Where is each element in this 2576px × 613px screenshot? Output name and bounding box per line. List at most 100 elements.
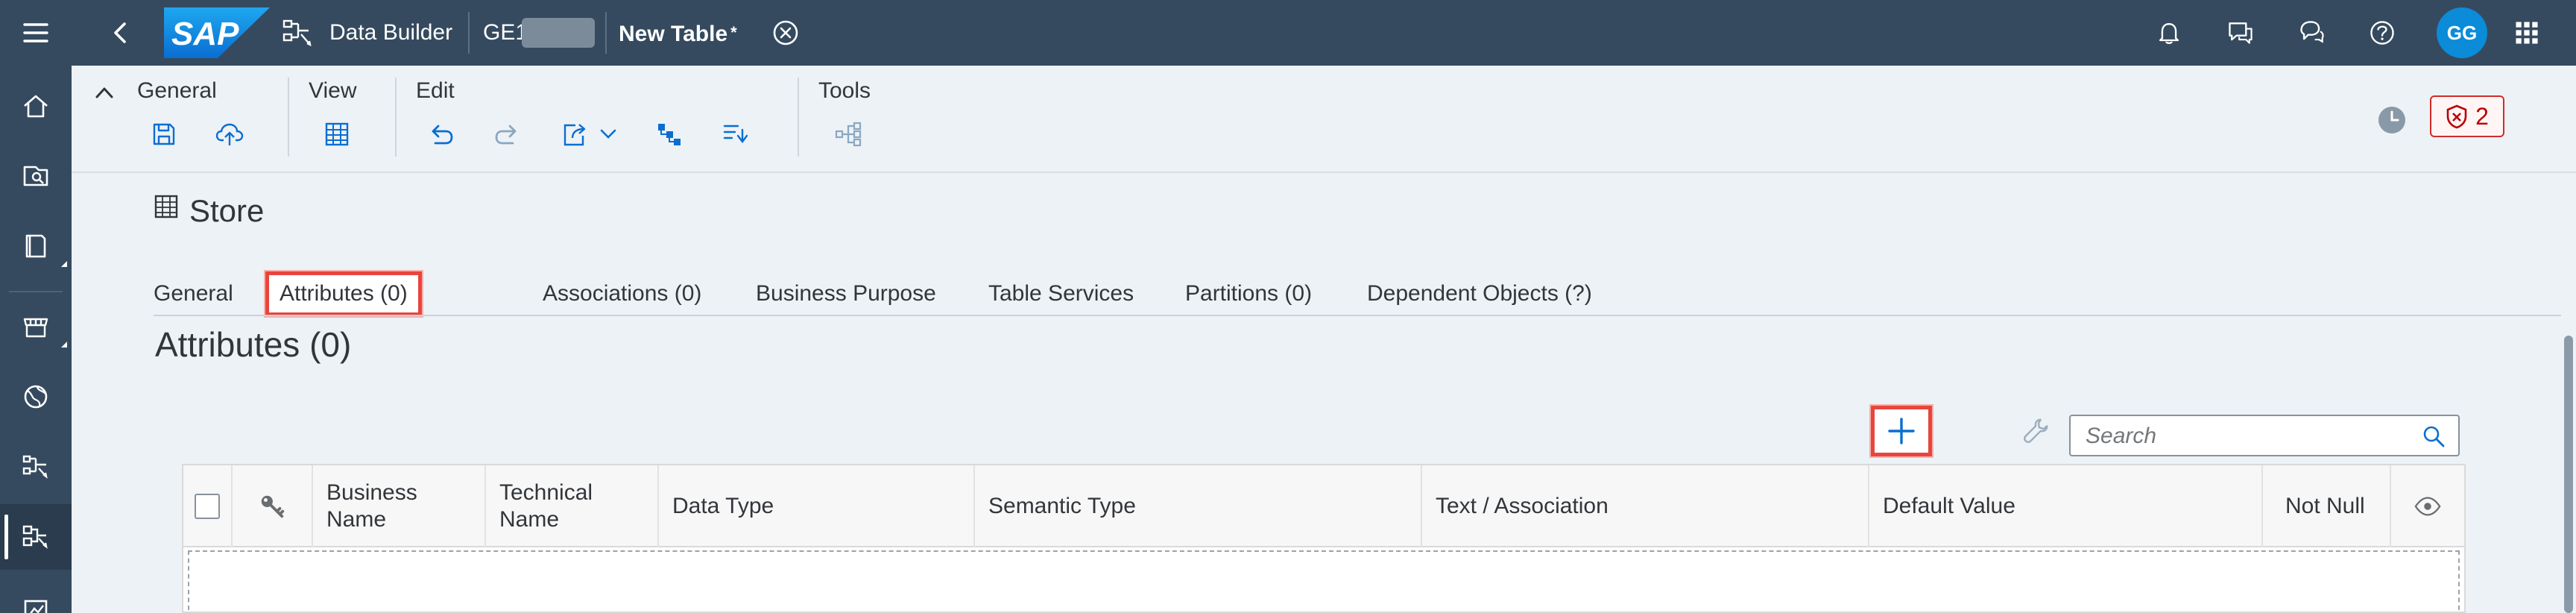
column-not-null[interactable]: Not Null [2263, 465, 2391, 547]
column-business-name[interactable]: Business Name [313, 465, 486, 547]
search-icon[interactable] [2421, 424, 2446, 449]
cloud-upload-icon [215, 123, 244, 145]
chevron-left-icon [114, 22, 126, 43]
back-button[interactable] [104, 16, 137, 49]
nav-catalog[interactable] [0, 213, 72, 279]
data-builder-active-icon [22, 525, 48, 549]
column-visibility-header [2391, 465, 2464, 547]
section-title: Attributes (0) [155, 325, 352, 364]
sap-logo-text: SAP [171, 16, 239, 52]
data-flow-button[interactable] [829, 115, 868, 154]
side-navigation [0, 0, 72, 613]
marketplace-icon [23, 318, 48, 338]
table-editor: Store General Attributes (0) Association… [72, 175, 2576, 613]
document-title-text: New Table [619, 22, 728, 46]
question-icon [2370, 21, 2394, 45]
globe-icon [24, 385, 48, 409]
vertical-scrollbar[interactable] [2561, 175, 2576, 613]
chevron-down-icon[interactable] [599, 128, 617, 140]
tab-partitions[interactable]: Partitions (0) [1185, 271, 1312, 316]
add-attribute-button[interactable] [1871, 406, 1932, 456]
undo-icon [432, 125, 453, 145]
column-semantic-type[interactable]: Semantic Type [975, 465, 1422, 547]
network-icon [835, 122, 862, 147]
table-header: Business Name Technical Name Data Type S… [183, 465, 2464, 547]
tab-dependent-objects[interactable]: Dependent Objects (?) [1367, 271, 1592, 316]
select-all-checkbox[interactable] [195, 494, 220, 519]
nav-data-builder-active[interactable] [0, 504, 72, 570]
app-title: Data Builder [329, 20, 453, 45]
nav-marketplace[interactable] [0, 294, 72, 359]
search-input[interactable] [2086, 422, 2399, 450]
monitor-icon [24, 600, 48, 613]
toolbar-group-edit: Edit [416, 78, 455, 103]
nav-monitor[interactable] [0, 577, 72, 613]
wrench-icon [2024, 418, 2048, 443]
grid-icon [2516, 22, 2538, 44]
sort-button[interactable] [716, 115, 754, 154]
nav-home[interactable] [0, 73, 72, 139]
bell-icon [2159, 22, 2179, 45]
nav-data-search[interactable] [0, 143, 72, 209]
document-title: New Table * [619, 19, 737, 48]
tab-associations[interactable]: Associations (0) [543, 271, 701, 316]
notifications-button[interactable] [2153, 16, 2185, 49]
tab-attributes[interactable]: Attributes (0) [265, 271, 422, 316]
search-field[interactable] [2069, 415, 2460, 456]
nav-business-builder[interactable] [0, 364, 72, 430]
shell-separator [605, 12, 607, 54]
hierarchy-icon [658, 124, 681, 145]
view-data-button[interactable] [318, 115, 356, 154]
deploy-button[interactable] [210, 115, 249, 154]
column-text-association[interactable]: Text / Association [1422, 465, 1869, 547]
sap-logo[interactable]: SAP [164, 7, 270, 58]
export-button[interactable] [555, 115, 593, 154]
key-icon [261, 495, 285, 518]
help-button[interactable] [2296, 16, 2329, 49]
feedback-button[interactable] [2224, 16, 2257, 49]
close-document-icon[interactable] [771, 18, 801, 48]
save-button[interactable] [145, 115, 183, 154]
hamburger-icon [23, 23, 48, 43]
key-column-header [233, 465, 313, 547]
redo-icon [495, 125, 517, 145]
home-icon [24, 95, 48, 118]
toolbar-separator [798, 78, 799, 157]
data-builder-icon [22, 455, 48, 479]
toolbar-group-view: View [309, 78, 357, 103]
mass-edit-button[interactable] [2018, 413, 2054, 449]
scrollbar-thumb[interactable] [2564, 336, 2573, 613]
menu-button[interactable] [0, 0, 72, 66]
column-technical-name[interactable]: Technical Name [486, 465, 659, 547]
user-avatar[interactable]: GG [2437, 7, 2487, 58]
shield-error-icon [2446, 104, 2467, 129]
table-view-icon [325, 122, 349, 146]
tab-business-purpose[interactable]: Business Purpose [756, 271, 936, 316]
validation-issues-button[interactable]: 2 [2430, 95, 2504, 137]
redo-button[interactable] [487, 115, 526, 154]
shell-bar: SAP Data Builder GE1 New Table * GG [72, 0, 2576, 66]
discussion-icon [2229, 22, 2253, 44]
editor-toolbar: General View Edit Tools 2 [72, 66, 2576, 173]
product-switcher-button[interactable] [2510, 16, 2543, 49]
rail-divider [9, 291, 63, 292]
tab-general[interactable]: General [154, 271, 233, 316]
save-icon [153, 123, 175, 145]
question-button[interactable] [2366, 16, 2399, 49]
nav-data-builder[interactable] [0, 434, 72, 500]
eye-icon[interactable] [2414, 492, 2442, 521]
tab-table-services[interactable]: Table Services [988, 271, 1134, 316]
toolbar-group-general: General [137, 78, 217, 103]
history-icon[interactable] [2375, 103, 2409, 137]
column-data-type[interactable]: Data Type [659, 465, 975, 547]
collapse-toolbar-icon[interactable] [89, 79, 119, 106]
table-icon [154, 195, 178, 219]
impact-lineage-button[interactable] [650, 115, 689, 154]
undo-button[interactable] [422, 115, 461, 154]
toolbar-separator [395, 78, 397, 157]
sort-icon [723, 125, 748, 143]
data-builder-app-icon [282, 19, 312, 47]
issues-count: 2 [2475, 102, 2489, 130]
column-default-value[interactable]: Default Value [1869, 465, 2263, 547]
tab-underline [154, 315, 2576, 316]
